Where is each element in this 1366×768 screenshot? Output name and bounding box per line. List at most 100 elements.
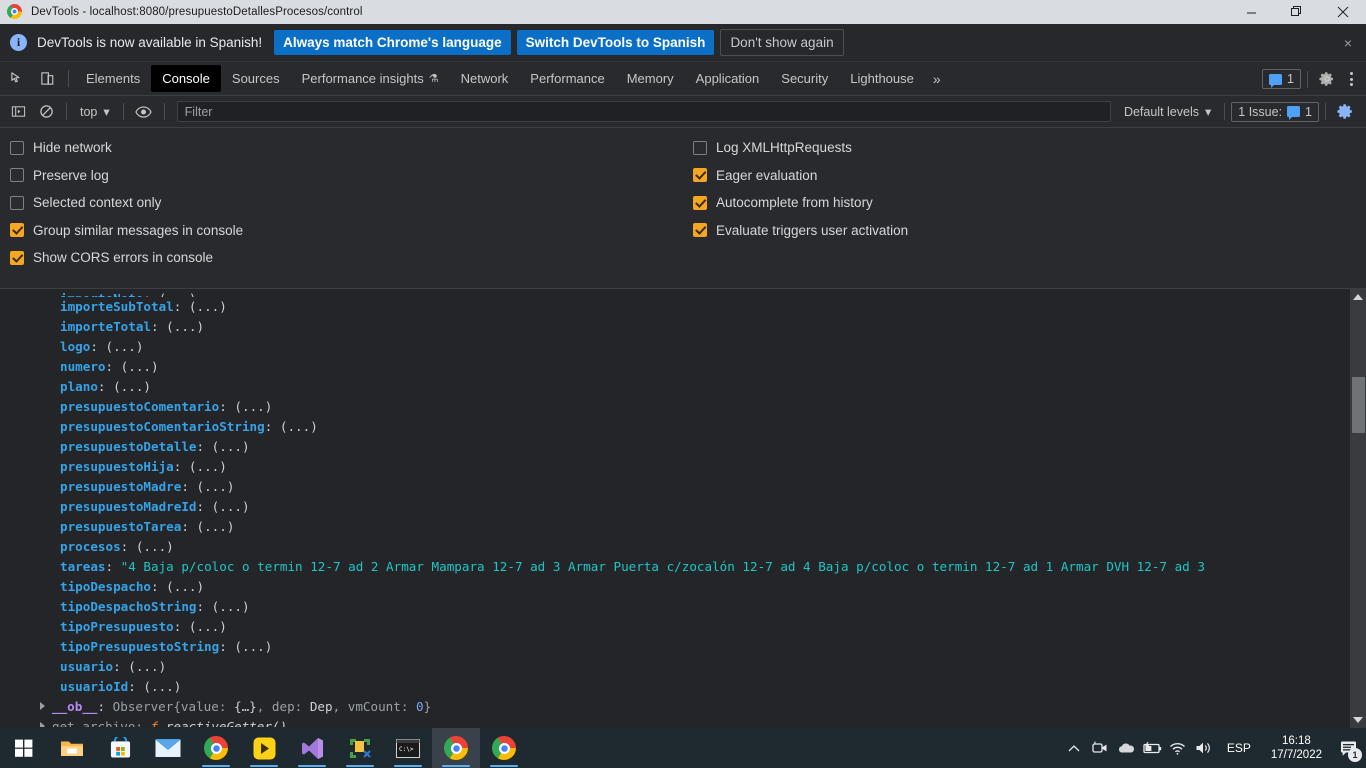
property-name[interactable]: tipoPresupuesto (60, 619, 174, 634)
tab-elements[interactable]: Elements (75, 65, 151, 92)
console-property-row[interactable]: presupuestoComentario: (...) (0, 397, 1366, 417)
app-yellow-icon[interactable] (240, 728, 288, 768)
property-name[interactable]: plano (60, 379, 98, 394)
chrome-taskbar-icon-2[interactable] (432, 728, 480, 768)
onedrive-cloud-icon[interactable] (1113, 728, 1139, 768)
collapsed-value[interactable]: (...) (189, 619, 227, 634)
checkbox[interactable] (693, 195, 707, 210)
property-name[interactable]: tareas (60, 559, 106, 574)
setting-preserve-log[interactable]: Preserve log (10, 168, 683, 183)
setting-selected-context-only[interactable]: Selected context only (10, 195, 683, 210)
more-tabs-icon[interactable]: » (925, 67, 949, 91)
console-property-row[interactable]: presupuestoComentarioString: (...) (0, 417, 1366, 437)
collapsed-value[interactable]: (...) (128, 659, 166, 674)
collapsed-value[interactable]: (...) (166, 319, 204, 334)
file-explorer-icon[interactable] (48, 728, 96, 768)
console-property-row[interactable]: presupuestoHija: (...) (0, 457, 1366, 477)
console-property-row[interactable]: tipoPresupuestoString: (...) (0, 637, 1366, 657)
console-property-row[interactable]: presupuestoMadreId: (...) (0, 497, 1366, 517)
console-property-row[interactable]: logo: (...) (0, 337, 1366, 357)
string-value[interactable]: "4 Baja p/coloc o termin 12-7 ad 2 Armar… (121, 559, 1205, 574)
console-property-row[interactable]: presupuestoTarea: (...) (0, 517, 1366, 537)
setting-log-xmlhttprequests[interactable]: Log XMLHttpRequests (693, 140, 1366, 155)
property-name[interactable]: presupuestoMadre (60, 479, 181, 494)
collapsed-value[interactable]: (...) (197, 519, 235, 534)
collapsed-value[interactable]: (...) (106, 339, 144, 354)
collapsed-value[interactable]: (...) (212, 599, 250, 614)
scroll-up-arrow-icon[interactable] (1350, 289, 1366, 305)
checkbox[interactable] (10, 250, 24, 265)
collapsed-value[interactable]: (...) (212, 439, 250, 454)
log-levels-select[interactable]: Default levels ▾ (1117, 101, 1218, 122)
console-property-row[interactable]: presupuestoDetalle: (...) (0, 437, 1366, 457)
console-property-row[interactable]: numero: (...) (0, 357, 1366, 377)
tab-sources[interactable]: Sources (221, 65, 291, 92)
checkbox[interactable] (10, 195, 24, 210)
checkbox[interactable] (693, 168, 707, 182)
checkbox[interactable] (10, 223, 24, 237)
collapsed-value[interactable]: (...) (197, 479, 235, 494)
console-property-row[interactable]: usuario: (...) (0, 657, 1366, 677)
setting-show-cors-errors[interactable]: Show CORS errors in console (10, 250, 683, 265)
live-expression-eye-icon[interactable] (130, 99, 158, 125)
expand-arrow-icon[interactable] (40, 722, 45, 727)
minimize-button[interactable] (1228, 0, 1274, 24)
show-hidden-icons-chevron-icon[interactable] (1061, 728, 1087, 768)
chrome-taskbar-icon-1[interactable] (192, 728, 240, 768)
collapsed-value[interactable]: (...) (189, 459, 227, 474)
scrollbar-thumb[interactable] (1352, 377, 1365, 433)
collapsed-value[interactable]: (...) (166, 579, 204, 594)
property-name[interactable]: presupuestoTarea (60, 519, 181, 534)
checkbox[interactable] (10, 168, 24, 182)
tab-application[interactable]: Application (685, 65, 771, 92)
command-prompt-icon[interactable]: C:\> (384, 728, 432, 768)
execution-context-select[interactable]: top ▾ (73, 101, 117, 122)
setting-autocomplete-from-history[interactable]: Autocomplete from history (693, 195, 1366, 210)
gear-icon[interactable] (1314, 66, 1340, 92)
tab-console[interactable]: Console (151, 65, 221, 92)
console-property-row[interactable]: presupuestoMadre: (...) (0, 477, 1366, 497)
console-property-row[interactable]: importeTotal: (...) (0, 317, 1366, 337)
language-indicator[interactable]: ESP (1217, 741, 1261, 755)
console-getter-row[interactable]: get archivo: f reactiveGetter() (0, 717, 1366, 727)
speaker-icon[interactable] (1191, 728, 1217, 768)
console-issues-badge[interactable]: 1 Issue: 1 (1231, 101, 1319, 122)
property-name[interactable]: tipoDespacho (60, 579, 151, 594)
console-output[interactable]: importeNeto: (...) importeSubTotal: (...… (0, 289, 1366, 728)
tab-performance-insights[interactable]: Performance insights ⚗ (291, 65, 450, 92)
property-name[interactable]: tipoDespachoString (60, 599, 196, 614)
issues-badge[interactable]: 1 (1262, 69, 1301, 89)
wifi-icon[interactable] (1165, 728, 1191, 768)
scroll-down-arrow-icon[interactable] (1350, 712, 1366, 728)
banner-close-icon[interactable]: × (1344, 36, 1352, 50)
function-name[interactable]: reactiveGetter() (166, 719, 287, 727)
dont-show-again-button[interactable]: Don't show again (720, 29, 844, 56)
property-name[interactable]: presupuestoComentarioString (60, 419, 265, 434)
checkbox[interactable] (693, 223, 707, 237)
setting-eager-evaluation[interactable]: Eager evaluation (693, 168, 1366, 183)
observer-value-obj[interactable]: {…} (234, 699, 257, 714)
checkbox[interactable] (693, 140, 707, 155)
chrome-taskbar-icon-3[interactable] (480, 728, 528, 768)
console-sidebar-icon[interactable] (4, 99, 32, 125)
collapsed-value[interactable]: (...) (189, 299, 227, 314)
console-property-row[interactable]: plano: (...) (0, 377, 1366, 397)
collapsed-value[interactable]: (...) (234, 639, 272, 654)
property-name[interactable]: tipoPresupuestoString (60, 639, 219, 654)
property-name[interactable]: presupuestoHija (60, 459, 174, 474)
device-toolbar-icon[interactable] (32, 65, 62, 93)
console-property-row[interactable]: procesos: (...) (0, 537, 1366, 557)
start-button[interactable] (0, 728, 48, 768)
tab-memory[interactable]: Memory (616, 65, 685, 92)
tab-network[interactable]: Network (450, 65, 520, 92)
property-name[interactable]: usuarioId (60, 679, 128, 694)
collapsed-value[interactable]: (...) (143, 679, 181, 694)
inspect-element-icon[interactable] (2, 65, 32, 93)
property-name[interactable]: presupuestoMadreId (60, 499, 196, 514)
property-name[interactable]: usuario (60, 659, 113, 674)
collapsed-value[interactable]: (...) (113, 379, 151, 394)
tab-security[interactable]: Security (770, 65, 839, 92)
console-settings-gear-icon[interactable] (1332, 99, 1358, 125)
restore-button[interactable] (1274, 0, 1320, 24)
console-property-row[interactable]: tipoDespacho: (...) (0, 577, 1366, 597)
